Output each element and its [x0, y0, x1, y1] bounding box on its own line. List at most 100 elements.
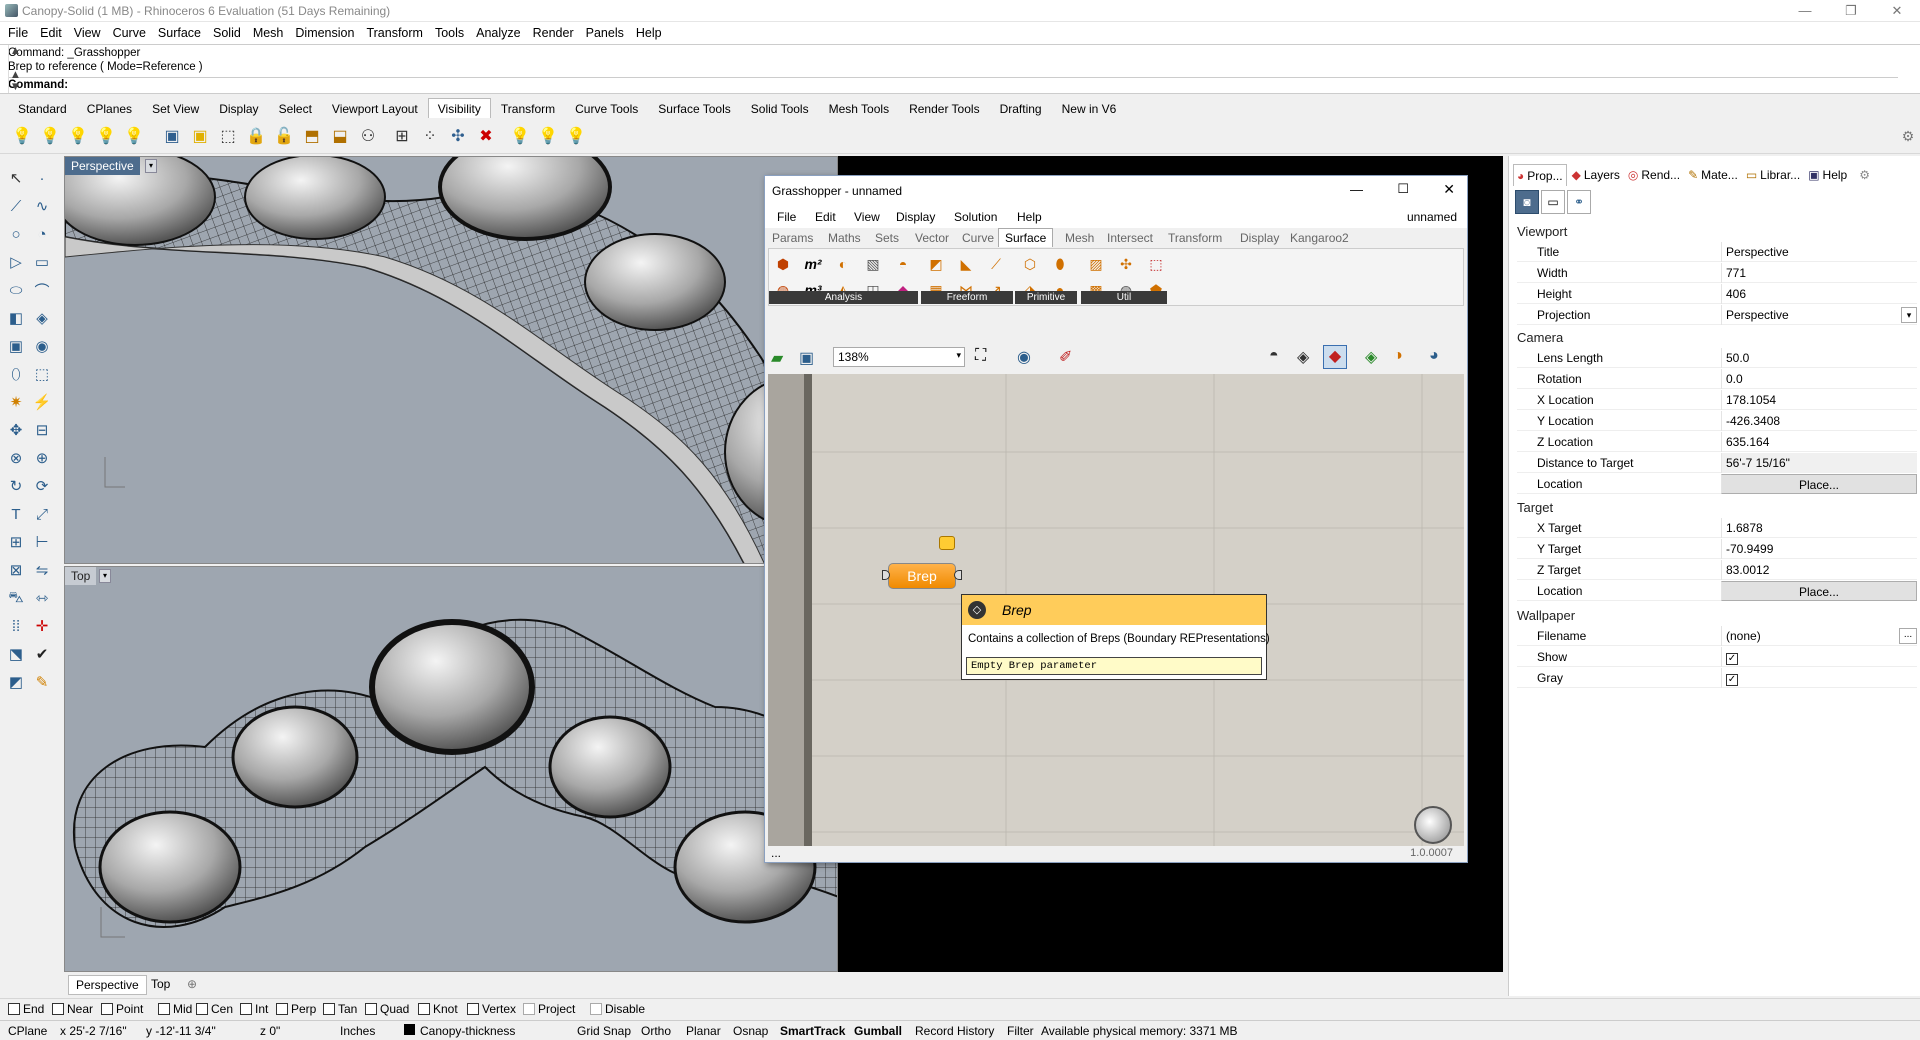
- tab-top[interactable]: Top: [144, 975, 177, 993]
- preview-eye-icon[interactable]: ◉: [1017, 347, 1031, 367]
- show-bulb-b-icon[interactable]: 💡: [536, 124, 560, 148]
- lock-swap-icon[interactable]: ⬒: [300, 124, 324, 148]
- checkbox[interactable]: [418, 1003, 430, 1015]
- render-icon[interactable]: ⚡: [30, 390, 54, 414]
- measure-icon[interactable]: ⇿: [30, 586, 54, 610]
- checkbox[interactable]: [365, 1003, 377, 1015]
- menu-surface[interactable]: Surface: [152, 22, 207, 44]
- gh-tab-surface[interactable]: Surface: [998, 228, 1054, 247]
- prop-value[interactable]: -70.9499: [1721, 539, 1917, 559]
- gh-menu-file[interactable]: File: [777, 210, 796, 224]
- checkbox[interactable]: [240, 1003, 252, 1015]
- boolean-icon[interactable]: ⊗: [4, 446, 28, 470]
- camera-icon[interactable]: ◙: [1515, 190, 1539, 214]
- gh-tab-display[interactable]: Display: [1240, 231, 1279, 245]
- show-selected-icon[interactable]: 💡: [66, 124, 90, 148]
- tab-solid-tools[interactable]: Solid Tools: [741, 98, 819, 120]
- copy-trim-icon[interactable]: ⬚: [1145, 253, 1167, 275]
- chevron-down-icon[interactable]: ▾: [1901, 307, 1917, 323]
- prop-value[interactable]: 50.0: [1721, 348, 1917, 368]
- gh-close-button[interactable]: ✕: [1443, 181, 1455, 198]
- tab-help[interactable]: ▣ Help: [1805, 164, 1850, 186]
- gray-checkbox[interactable]: ✓: [1726, 674, 1738, 686]
- command-prompt[interactable]: Command:: [8, 77, 1898, 91]
- checkbox[interactable]: [323, 1003, 335, 1015]
- prop-value[interactable]: -426.3408: [1721, 411, 1917, 431]
- tab-select[interactable]: Select: [269, 98, 322, 120]
- show-objects-icon[interactable]: 💡: [10, 124, 34, 148]
- curve-icon[interactable]: ∿: [30, 194, 54, 218]
- globe-icon[interactable]: ◕: [1429, 347, 1439, 365]
- preview-material-icon[interactable]: ◑: [1393, 347, 1403, 365]
- cylinder-primitive-icon[interactable]: ⬮: [1049, 253, 1071, 275]
- checkbox[interactable]: [276, 1003, 288, 1015]
- tab-render-tools[interactable]: Render Tools: [899, 98, 990, 120]
- loft-icon[interactable]: ◈: [30, 306, 54, 330]
- menu-tools[interactable]: Tools: [429, 22, 470, 44]
- place-camera-button[interactable]: Place...: [1721, 474, 1917, 494]
- osnap-near[interactable]: Near: [52, 1002, 93, 1016]
- split-icon[interactable]: ⊟: [30, 418, 54, 442]
- close-button[interactable]: ✕: [1874, 0, 1920, 22]
- flow-icon[interactable]: ⬔: [4, 642, 28, 666]
- hide-objects-icon[interactable]: 💡: [38, 124, 62, 148]
- fillet-icon[interactable]: ⌒: [30, 278, 54, 302]
- grid-array-icon[interactable]: ⁞⁞: [4, 614, 28, 638]
- add-viewport-icon[interactable]: ⊕: [180, 975, 204, 993]
- osnap-tan[interactable]: Tan: [323, 1002, 357, 1016]
- gumball-icon[interactable]: ✛: [30, 614, 54, 638]
- osnap-cen[interactable]: Cen: [196, 1002, 233, 1016]
- lock-icon[interactable]: 🔒: [244, 124, 268, 148]
- area-icon[interactable]: m²: [802, 253, 824, 275]
- menu-analyze[interactable]: Analyze: [470, 22, 526, 44]
- gh-menu-display[interactable]: Display: [896, 210, 935, 224]
- chevron-down-icon[interactable]: ▾: [145, 159, 157, 173]
- move-icon[interactable]: ✥: [4, 418, 28, 442]
- gh-tab-intersect[interactable]: Intersect: [1107, 231, 1153, 245]
- checkbox[interactable]: [101, 1003, 113, 1015]
- projection-select[interactable]: Perspective: [1721, 305, 1917, 325]
- gh-tab-kangaroo2[interactable]: Kangaroo2: [1290, 231, 1349, 245]
- circle-icon[interactable]: ○: [4, 222, 28, 246]
- menu-file[interactable]: File: [2, 22, 34, 44]
- hide-points-icon[interactable]: ▣: [188, 124, 212, 148]
- tab-materials[interactable]: ✎ Mate...: [1685, 164, 1741, 186]
- hide-in-view-icon[interactable]: 💡: [94, 124, 118, 148]
- points-off-icon[interactable]: ✖: [474, 124, 498, 148]
- tab-rendering[interactable]: ◎ Rend...: [1625, 164, 1683, 186]
- tab-display[interactable]: Display: [209, 98, 268, 120]
- osnap-quad[interactable]: Quad: [365, 1002, 409, 1016]
- perspective-viewport[interactable]: Perspective ▾: [64, 156, 838, 564]
- unlock-selected-icon[interactable]: ⬓: [328, 124, 352, 148]
- rotate-icon[interactable]: ↻: [4, 474, 28, 498]
- gh-menu-view[interactable]: View: [854, 210, 880, 224]
- place-target-button[interactable]: Place...: [1721, 581, 1917, 601]
- divide-surface-icon[interactable]: ▨: [1085, 253, 1107, 275]
- top-viewport[interactable]: Top ▾: [64, 566, 838, 972]
- tab-libraries[interactable]: ▭ Librar...: [1743, 164, 1803, 186]
- browse-button[interactable]: ...: [1899, 628, 1917, 644]
- group-analysis[interactable]: Analysis: [769, 291, 918, 304]
- planar-toggle[interactable]: Planar: [686, 1024, 721, 1038]
- gh-menu-solution[interactable]: Solution: [954, 210, 997, 224]
- tab-properties[interactable]: ◕ Prop...: [1513, 164, 1567, 186]
- preview-mode-icon[interactable]: ◓: [1269, 347, 1279, 365]
- selected-only-icon[interactable]: ◈: [1365, 347, 1377, 367]
- show-camera-icon[interactable]: ▣: [160, 124, 184, 148]
- group-lock-icon[interactable]: ⚇: [356, 124, 380, 148]
- show-edit-points-icon[interactable]: ✣: [446, 124, 470, 148]
- menu-curve[interactable]: Curve: [107, 22, 152, 44]
- restore-button[interactable]: ❐: [1828, 0, 1874, 22]
- prop-value[interactable]: 83.0012: [1721, 560, 1917, 580]
- mirror-icon[interactable]: ⇋: [30, 558, 54, 582]
- tab-drafting[interactable]: Drafting: [990, 98, 1052, 120]
- ortho-toggle[interactable]: Ortho: [641, 1024, 671, 1038]
- menu-panels[interactable]: Panels: [580, 22, 630, 44]
- tab-transform[interactable]: Transform: [491, 98, 565, 120]
- zoom-extents-icon[interactable]: ⛶: [975, 347, 986, 365]
- swap-hidden-icon[interactable]: 💡: [122, 124, 146, 148]
- osnap-perp[interactable]: Perp: [276, 1002, 316, 1016]
- gh-menu-help[interactable]: Help: [1017, 210, 1042, 224]
- group-freeform[interactable]: Freeform: [921, 291, 1013, 304]
- gh-tab-curve[interactable]: Curve: [962, 231, 994, 245]
